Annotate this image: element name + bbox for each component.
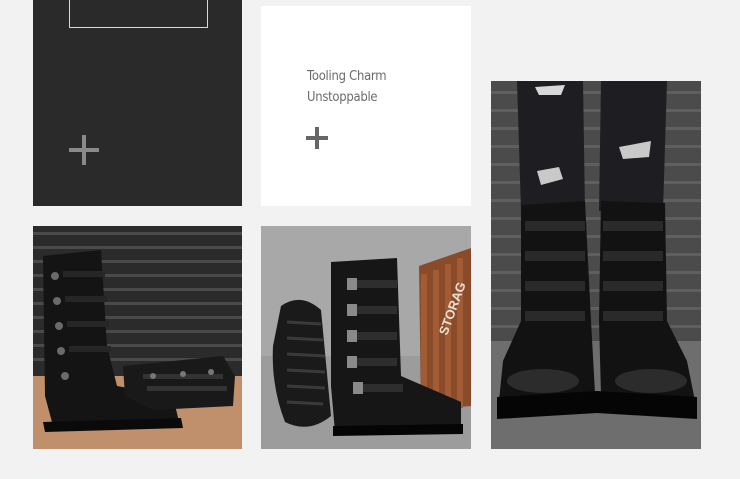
boots-worn-photo	[491, 81, 701, 449]
caption-promo-tile: Tooling Charm Unstoppable	[261, 6, 471, 206]
caption-line-2: Unstoppable	[307, 89, 378, 105]
boots-with-crate-image: STORAG	[261, 226, 471, 449]
boots-worn-image	[491, 81, 701, 449]
wooden-crate: STORAG	[419, 248, 471, 410]
plus-icon[interactable]	[69, 135, 99, 165]
boots-side-view-image	[33, 226, 242, 449]
plus-icon[interactable]	[306, 127, 328, 149]
boots-with-crate-photo: STORAG	[261, 226, 471, 449]
boots-side-view-photo	[33, 226, 242, 449]
caption-line-1: Tooling Charm	[307, 68, 387, 84]
dark-promo-tile	[33, 0, 242, 206]
decorative-frame	[69, 0, 208, 28]
promo-caption: Tooling Charm Unstoppable	[307, 66, 387, 108]
